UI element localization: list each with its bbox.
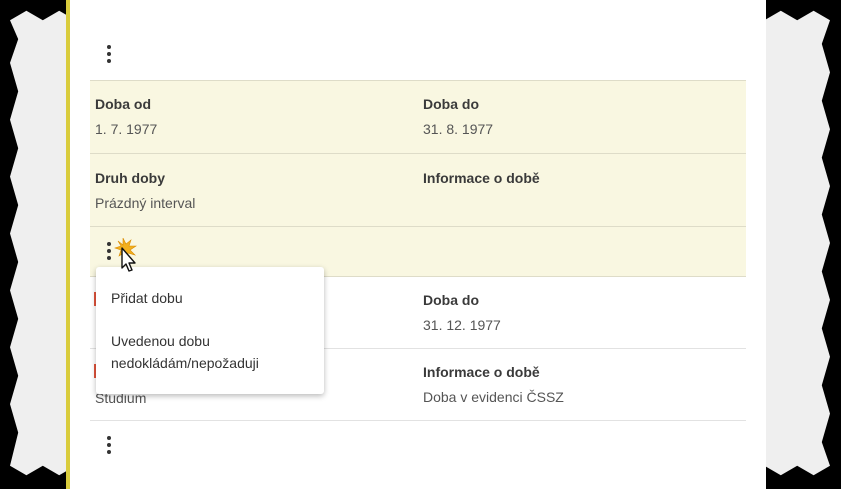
- field-doba-do: Doba do 31. 8. 1977: [423, 96, 493, 137]
- field-value: Doba v evidenci ČSSZ: [423, 389, 564, 405]
- field-label: Doba do: [423, 96, 479, 112]
- field-label: Doba do: [423, 292, 479, 308]
- field-label: Informace o době: [423, 170, 540, 186]
- field-informace: Informace o době Doba v evidenci ČSSZ: [423, 364, 564, 405]
- field-value: 1. 7. 1977: [95, 121, 158, 137]
- menu-item-label: nedokládám/nepožaduji: [111, 355, 259, 371]
- field-label: Informace o době: [423, 364, 540, 380]
- field-informace: Informace o době: [423, 170, 540, 195]
- menu-item-label: Uvedenou dobu: [111, 333, 210, 349]
- divider: [90, 80, 746, 81]
- field-value: 31. 8. 1977: [423, 121, 494, 137]
- selected-accent-bar: [66, 0, 70, 489]
- mouse-cursor-icon: [114, 238, 137, 272]
- divider: [90, 153, 746, 154]
- field-value: 31. 12. 1977: [423, 317, 501, 333]
- more-vertical-icon[interactable]: [106, 436, 112, 454]
- field-value: Prázdný interval: [95, 195, 196, 211]
- field-doba-od: Doba od 1. 7. 1977: [95, 96, 157, 137]
- field-doba-do: Doba do 31. 12. 1977: [423, 292, 501, 333]
- context-menu: Přidat dobu Uvedenou dobu nedokládám/nep…: [96, 267, 324, 394]
- field-label: Doba od: [95, 96, 151, 112]
- field-druh-doby: Druh doby Prázdný interval: [95, 170, 195, 211]
- divider: [90, 420, 746, 421]
- menu-item-add-period[interactable]: Přidat dobu: [111, 287, 183, 309]
- more-vertical-icon[interactable]: [106, 45, 112, 63]
- field-label: Druh doby: [95, 170, 165, 186]
- menu-item-decline-period[interactable]: Uvedenou dobu nedokládám/nepožaduji: [111, 330, 259, 374]
- divider: [90, 226, 746, 227]
